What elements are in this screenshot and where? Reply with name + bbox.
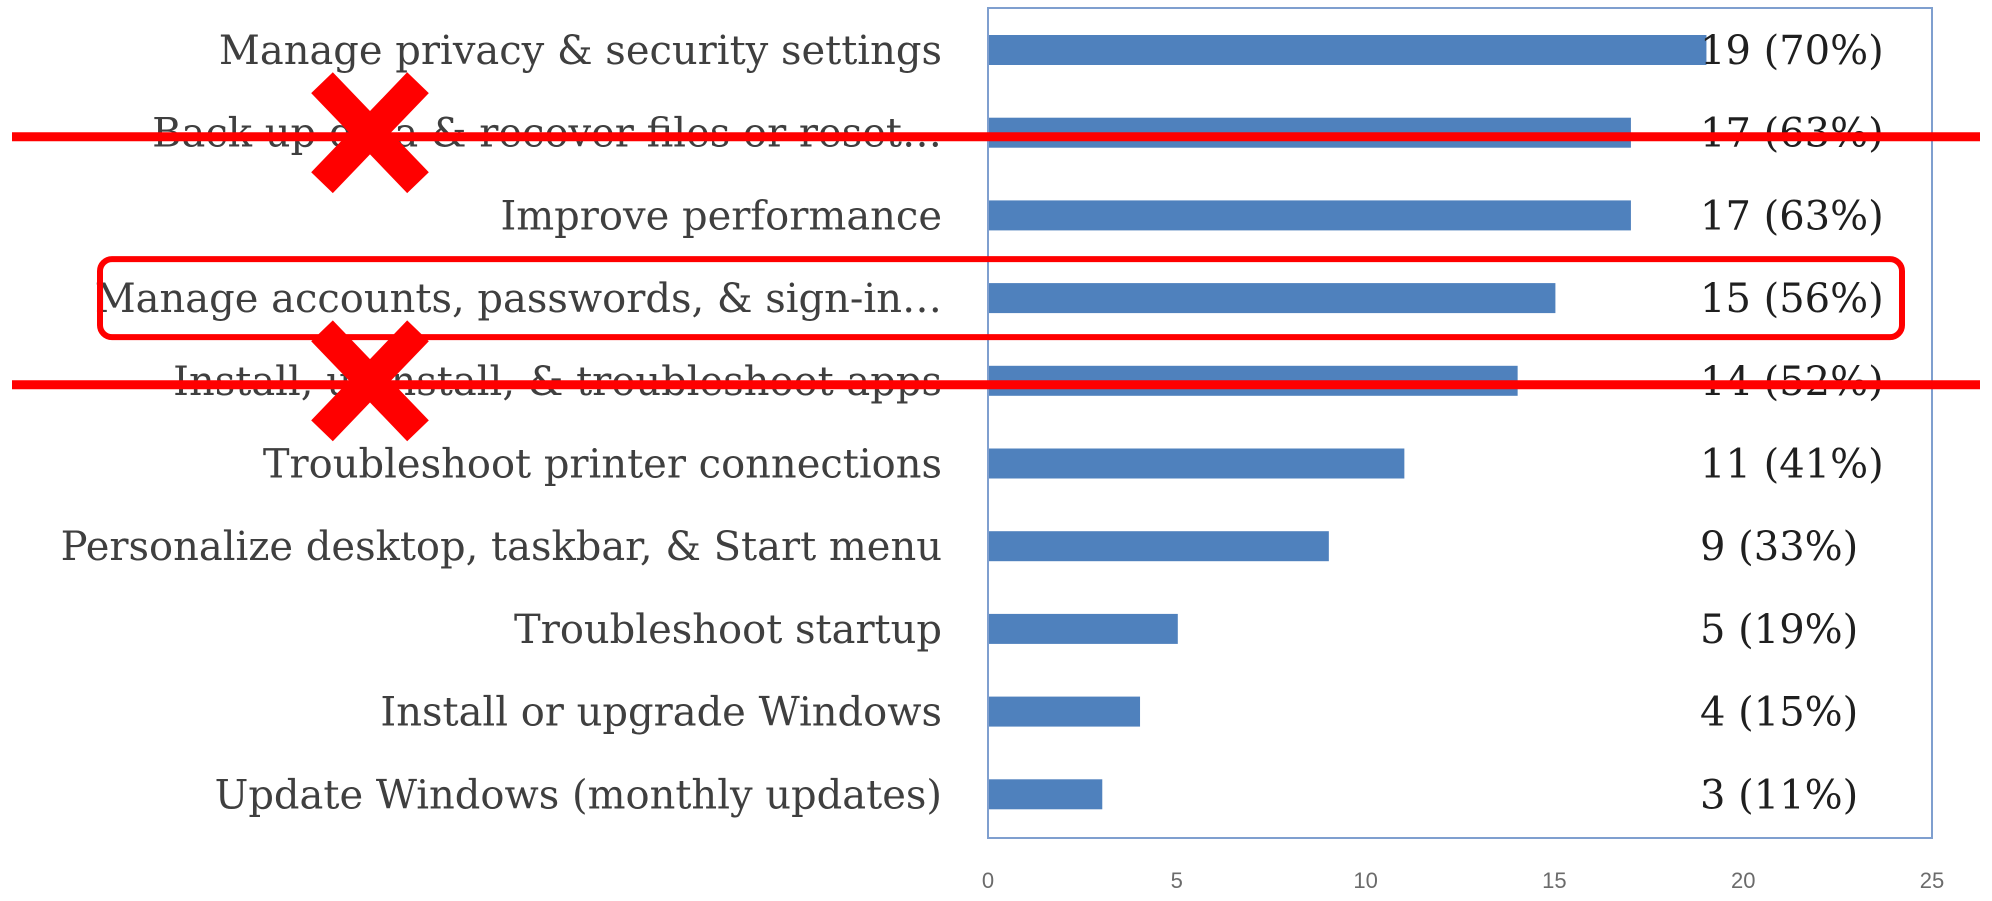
value-labels: 19 (70%)17 (63%)17 (63%)15 (56%)14 (52%)… — [1700, 28, 1884, 818]
category-label: Troubleshoot startup — [514, 607, 942, 653]
data-label: 4 (15%) — [1700, 690, 1858, 736]
x-tick-label: 5 — [1171, 868, 1183, 893]
data-label: 5 (19%) — [1700, 607, 1858, 653]
x-axis-ticks: 0 5 10 15 20 25 — [982, 868, 1944, 893]
data-label: 9 (33%) — [1700, 524, 1858, 570]
bar — [989, 200, 1631, 231]
data-label: 3 (11%) — [1700, 772, 1858, 818]
data-label: 19 (70%) — [1700, 28, 1884, 74]
x-tick-label: 10 — [1353, 868, 1377, 893]
data-label: 11 (41%) — [1700, 442, 1884, 488]
x-tick-label: 0 — [982, 868, 994, 893]
category-label: Install or upgrade Windows — [380, 690, 942, 736]
bar — [989, 696, 1141, 727]
x-tick-label: 15 — [1542, 868, 1566, 893]
category-label: Personalize desktop, taskbar, & Start me… — [61, 524, 942, 570]
bar-chart: Manage privacy & security settingsBack u… — [12, 7, 1980, 893]
category-label: Manage accounts, passwords, & sign-in… — [95, 276, 942, 322]
category-label: Improve performance — [500, 193, 942, 239]
bar — [989, 283, 1556, 314]
category-label: Troubleshoot printer connections — [263, 442, 942, 488]
bar — [989, 779, 1103, 810]
data-label: 17 (63%) — [1700, 193, 1884, 239]
bar — [989, 448, 1405, 479]
chart-container: Manage privacy & security settingsBack u… — [0, 0, 1992, 896]
bar — [989, 613, 1178, 644]
category-label: Update Windows (monthly updates) — [215, 772, 942, 818]
x-tick-label: 25 — [1920, 868, 1944, 893]
category-labels: Manage privacy & security settingsBack u… — [61, 28, 942, 818]
category-label: Manage privacy & security settings — [219, 28, 942, 74]
bars-group — [989, 35, 1707, 810]
bar — [989, 531, 1329, 562]
bar — [989, 35, 1707, 65]
x-tick-label: 20 — [1731, 868, 1755, 893]
data-label: 15 (56%) — [1700, 276, 1884, 322]
